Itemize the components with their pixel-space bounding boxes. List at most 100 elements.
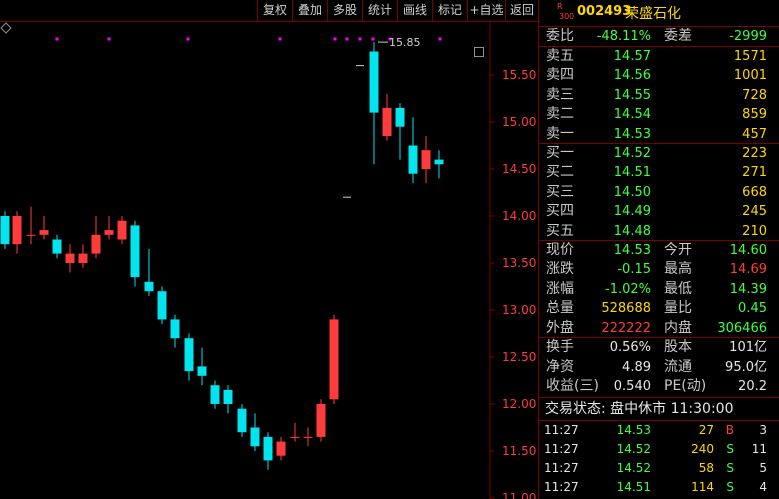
event-marker xyxy=(107,37,111,41)
candle-down xyxy=(408,145,418,174)
buy-volume: 210 xyxy=(742,223,767,239)
buy-price: 14.49 xyxy=(613,204,651,220)
sell-price: 14.53 xyxy=(613,126,651,142)
stat-row: 涨跌 -0.15 最高 14.69 xyxy=(539,260,779,279)
draw-line-button[interactable]: 画线 xyxy=(397,0,432,21)
stat-label: 今开 xyxy=(664,242,692,258)
stat-label: 现价 xyxy=(546,242,574,258)
fund-row: 收益(三) 0.540 PE(动) 20.2 xyxy=(539,377,779,396)
tick-price: 14.52 xyxy=(616,442,651,456)
high-price-label: 15.85 xyxy=(389,36,421,49)
candle-up xyxy=(303,436,313,438)
sell-row[interactable]: 卖五 14.57 1571 xyxy=(539,47,779,66)
buy-row[interactable]: 买一 14.52 223 xyxy=(539,144,779,163)
candle-down xyxy=(184,338,194,372)
sell-row[interactable]: 卖一 14.53 457 xyxy=(539,125,779,144)
stat-value: 14.69 xyxy=(729,262,767,278)
candle-up xyxy=(104,230,114,235)
statistics-button[interactable]: 统计 xyxy=(362,0,397,21)
kline-chart-svg: 15.50 15.00 14.50 14.00 13.50 13.00 12.50 12.00… xyxy=(0,22,536,499)
tick-volume: 114 xyxy=(691,480,714,494)
multi-stock-button[interactable]: 多股 xyxy=(327,0,362,21)
mark-button[interactable]: 标记 xyxy=(432,0,467,21)
margin-badge: R xyxy=(557,2,563,11)
buy-price: 14.52 xyxy=(613,146,651,161)
stat-row: 涨幅 -1.02% 最低 14.39 xyxy=(539,280,779,299)
buy-volume: 223 xyxy=(742,146,767,161)
diamond-icon[interactable] xyxy=(0,22,12,34)
back-button[interactable]: 返回 xyxy=(505,0,538,21)
fund-label: 股本 xyxy=(664,339,692,355)
sell-volume: 859 xyxy=(742,107,767,123)
trade-status: 交易状态: 盘中休市 11:30:00 xyxy=(539,398,779,420)
stat-label: 最低 xyxy=(664,280,692,297)
tick-count: 5 xyxy=(759,461,767,475)
stat-value: 0.45 xyxy=(738,301,767,317)
buy-price: 14.48 xyxy=(613,223,651,239)
stat-value: -1.02% xyxy=(605,281,651,297)
stat-row: 现价 14.53 今开 14.60 xyxy=(539,241,779,260)
stock-name: 荣盛石化 xyxy=(625,6,681,22)
candle-up xyxy=(316,404,326,437)
sell-price: 14.55 xyxy=(613,87,651,103)
weicha-value: -2999 xyxy=(729,29,767,44)
tick-side: S xyxy=(726,480,734,494)
fund-row: 换手 0.56% 股本 101亿 xyxy=(539,338,779,357)
price-axis-label: 11.50 xyxy=(502,444,536,458)
buy-label: 买二 xyxy=(546,164,574,181)
board-badge: 300 xyxy=(559,12,575,21)
candle-up xyxy=(12,216,22,245)
stat-label: 内盘 xyxy=(664,319,692,336)
fund-value: 101亿 xyxy=(729,340,767,355)
sell-label: 卖五 xyxy=(546,48,574,64)
price-axis-label: 14.00 xyxy=(502,209,536,223)
stat-label: 涨跌 xyxy=(546,261,574,278)
fund-value: 95.0亿 xyxy=(725,359,767,375)
candle-up xyxy=(65,253,75,263)
overlay-button[interactable]: 叠加 xyxy=(292,0,327,21)
sell-row[interactable]: 卖四 14.56 1001 xyxy=(539,66,779,85)
price-axis-label: 13.50 xyxy=(502,256,536,270)
tick-row: 11:27 14.51 114 S 4 xyxy=(539,478,779,497)
buy-volume: 271 xyxy=(742,165,767,181)
candle-down xyxy=(130,225,140,278)
stat-label: 量比 xyxy=(664,300,692,317)
stat-value: 14.39 xyxy=(729,281,767,297)
tick-time: 11:27 xyxy=(544,442,579,456)
trade-status-text: 交易状态: 盘中休市 11:30:00 xyxy=(545,401,734,417)
buy-price: 14.50 xyxy=(613,184,651,200)
stat-label: 总量 xyxy=(546,300,574,317)
window-box-icon[interactable] xyxy=(474,47,484,57)
fund-value: 0.540 xyxy=(613,379,651,395)
buy-label: 买四 xyxy=(546,203,574,220)
stock-code: 002493 xyxy=(577,4,632,19)
buy-row[interactable]: 买二 14.51 271 xyxy=(539,163,779,182)
sell-price: 14.56 xyxy=(613,68,651,84)
stat-label: 最高 xyxy=(664,261,692,278)
sell-row[interactable]: 卖二 14.54 859 xyxy=(539,105,779,124)
candle-up xyxy=(421,150,431,169)
candle-down xyxy=(157,291,167,320)
fund-label: 流通 xyxy=(664,358,692,375)
tick-time: 11:27 xyxy=(544,480,579,494)
buy-row[interactable]: 买三 14.50 668 xyxy=(539,183,779,202)
buy-row[interactable]: 买四 14.49 245 xyxy=(539,202,779,221)
add-watchlist-button[interactable]: +自选 xyxy=(467,0,505,21)
event-marker xyxy=(438,37,442,41)
sell-label: 卖一 xyxy=(546,125,574,142)
sell-price: 14.54 xyxy=(613,107,651,123)
quote-panel: R 300 002493 荣盛石化 委比 -48.11% 委差 -2999 卖五… xyxy=(538,0,779,499)
buy-row[interactable]: 买五 14.48 210 xyxy=(539,222,779,241)
sell-label: 卖三 xyxy=(546,86,574,103)
sell-label: 卖四 xyxy=(546,67,574,84)
buy-volume: 668 xyxy=(742,184,767,200)
restore-rights-button[interactable]: 复权 xyxy=(257,0,292,21)
stat-label: 涨幅 xyxy=(546,280,574,297)
sell-row[interactable]: 卖三 14.55 728 xyxy=(539,86,779,105)
tick-row: 11:27 14.52 58 S 5 xyxy=(539,459,779,478)
sell-volume: 1571 xyxy=(733,49,767,64)
candle-up xyxy=(329,319,339,400)
price-axis-label: 12.50 xyxy=(502,350,536,364)
event-marker xyxy=(278,37,282,41)
kline-chart[interactable]: 15.50 15.00 14.50 14.00 13.50 13.00 12.50 12.00… xyxy=(0,22,538,499)
